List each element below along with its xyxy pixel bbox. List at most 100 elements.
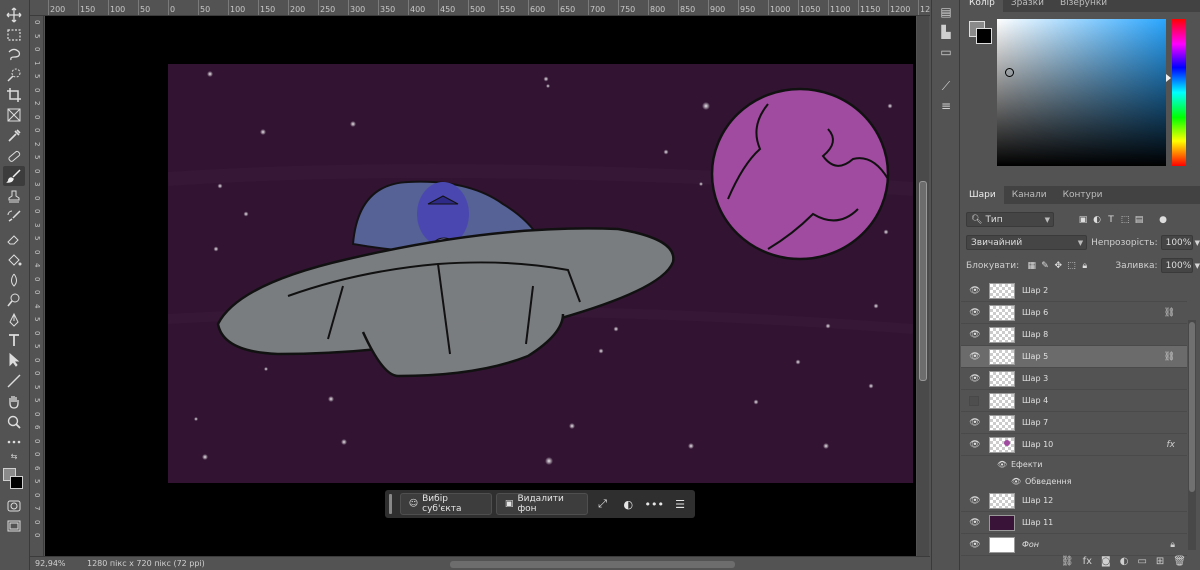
layers-scroll-thumb[interactable] [1189, 322, 1195, 492]
zoom-level[interactable]: 92,94% [35, 559, 66, 568]
layer-row[interactable]: 👁︎ Шар 2 [961, 280, 1187, 302]
layer-name[interactable]: Шар 2 [1022, 286, 1048, 295]
layer-thumbnail[interactable] [989, 326, 1015, 343]
filter-smart-icon[interactable]: ▤ [1132, 213, 1146, 227]
filter-pixel-icon[interactable]: ▣ [1076, 213, 1090, 227]
healing-icon[interactable] [3, 146, 25, 166]
blur-icon[interactable] [3, 270, 25, 290]
layer-thumbnail[interactable] [989, 536, 1015, 553]
screen-mode-icon[interactable] [3, 516, 25, 536]
paint-bucket-icon[interactable] [3, 250, 25, 270]
fx-icon[interactable]: fx [1083, 556, 1092, 567]
adjustment-layer-icon[interactable]: ◐ [1120, 556, 1129, 567]
eye-icon[interactable]: 👁︎ [997, 460, 1007, 469]
eye-icon[interactable]: 👁︎ [969, 540, 981, 550]
hue-slider-handle[interactable] [1166, 74, 1171, 82]
adjustments-icon[interactable]: ≡ [938, 98, 954, 114]
link-layers-icon[interactable]: ⛓ [1061, 556, 1074, 567]
dodge-icon[interactable] [3, 290, 25, 310]
quick-select-icon[interactable] [3, 65, 25, 85]
effects-row[interactable]: 👁︎ Ефекти [961, 456, 1187, 472]
brush-settings-icon[interactable]: ⟋ [938, 78, 954, 94]
remove-background-button[interactable]: ▣ Видалити фон [495, 493, 588, 515]
frame-icon[interactable] [3, 105, 25, 125]
hand-icon[interactable] [3, 392, 25, 412]
adjustment-icon[interactable]: ◐ [617, 493, 639, 515]
lock-all-icon[interactable]: 🔒︎ [1078, 259, 1091, 273]
eye-icon[interactable]: 👁︎ [969, 440, 981, 450]
layer-name[interactable]: Фон [1022, 540, 1039, 549]
tab-channels[interactable]: Канали [1004, 186, 1055, 204]
color-field[interactable] [997, 19, 1166, 166]
more-options-icon[interactable]: ••• [643, 493, 665, 515]
select-subject-button[interactable]: ☺ Вибір суб'єкта [399, 493, 492, 515]
comments-icon[interactable]: ▭ [938, 44, 954, 60]
layer-row[interactable]: 👁︎ Шар 7 [961, 412, 1187, 434]
vertical-scroll-thumb[interactable] [919, 181, 927, 381]
layer-name[interactable]: Шар 7 [1022, 418, 1048, 427]
eye-icon[interactable]: 👁︎ [969, 418, 981, 428]
stroke-effect-row[interactable]: 👁︎ Обведення [961, 473, 1187, 489]
color-background-swatch[interactable] [976, 28, 992, 44]
pen-icon[interactable] [3, 310, 25, 330]
layer-name[interactable]: Шар 12 [1022, 496, 1053, 505]
tab-patterns[interactable]: Візерунки [1052, 0, 1115, 12]
layer-thumbnail[interactable] [989, 492, 1015, 509]
layer-name[interactable]: Шар 4 [1022, 396, 1048, 405]
layer-thumbnail[interactable] [989, 304, 1015, 321]
layer-name[interactable]: Шар 8 [1022, 330, 1048, 339]
layer-name[interactable]: Шар 10 [1022, 440, 1053, 449]
eye-icon[interactable]: 👁︎ [969, 496, 981, 506]
transform-icon[interactable]: ⤢ [592, 493, 614, 515]
eye-icon[interactable]: 👁︎ [969, 518, 981, 528]
layer-name[interactable]: Шар 3 [1022, 374, 1048, 383]
layer-row[interactable]: 👁︎ Шар 3 [961, 368, 1187, 390]
horizontal-scroll-thumb[interactable] [450, 561, 735, 568]
layer-row[interactable]: Шар 4 [961, 390, 1187, 412]
eyedropper-icon[interactable] [3, 126, 25, 146]
swap-colors-icon[interactable]: ⇆ [3, 450, 25, 462]
layer-row[interactable]: 👁︎ Шар 11 [961, 512, 1187, 534]
taskbar-grip[interactable] [389, 494, 392, 514]
path-select-icon[interactable] [3, 350, 25, 370]
lock-pixels-icon[interactable]: ✎ [1038, 259, 1051, 273]
blend-mode-select[interactable]: Звичайний ▼ [966, 235, 1088, 250]
history-icon[interactable]: ▤ [938, 4, 954, 20]
layer-thumbnail[interactable] [989, 370, 1015, 387]
opacity-input[interactable]: 100% [1160, 235, 1193, 250]
history-brush-icon[interactable] [3, 207, 25, 227]
lock-transparency-icon[interactable]: ▦ [1025, 259, 1038, 273]
document-canvas[interactable] [167, 64, 914, 483]
layer-row[interactable]: 👁︎ Шар 6 ⛓ [961, 302, 1187, 324]
layer-name[interactable]: Шар 5 [1022, 352, 1048, 361]
eraser-icon[interactable] [3, 229, 25, 249]
vertical-scrollbar[interactable] [917, 16, 929, 556]
eye-icon[interactable]: 👁︎ [969, 352, 981, 362]
layer-row[interactable]: 👁︎ Шар 10 fx [961, 434, 1187, 456]
move-icon[interactable] [3, 5, 25, 25]
delete-layer-icon[interactable]: 🗑︎ [1173, 556, 1186, 567]
layer-row[interactable]: 👁︎ Шар 8 [961, 324, 1187, 346]
filter-toggle-icon[interactable]: ● [1156, 213, 1170, 227]
lock-position-icon[interactable]: ✥ [1052, 259, 1065, 273]
tab-color[interactable]: Колір [961, 0, 1003, 12]
tab-swatches[interactable]: Зразки [1003, 0, 1052, 12]
line-icon[interactable] [3, 371, 25, 391]
chevron-down-icon[interactable]: ▼ [1195, 239, 1200, 247]
background-color-swatch[interactable] [10, 476, 23, 489]
hue-slider[interactable] [1172, 19, 1186, 166]
eye-icon[interactable]: 👁︎ [969, 286, 981, 296]
marquee-icon[interactable] [3, 25, 25, 45]
chevron-down-icon[interactable]: ▼ [1195, 262, 1200, 270]
layer-thumbnail[interactable] [989, 348, 1015, 365]
add-mask-icon[interactable]: ◙ [1101, 556, 1111, 567]
layer-row[interactable]: 👁︎ Шар 5 ⛓ [961, 346, 1187, 368]
learn-icon[interactable]: ▙ [938, 24, 954, 40]
filter-type-icon[interactable]: T [1104, 213, 1118, 227]
layer-thumbnail[interactable] [989, 414, 1015, 431]
canvas-workspace[interactable] [45, 16, 916, 556]
layer-thumbnail[interactable] [989, 514, 1015, 531]
quick-mask-icon[interactable] [3, 496, 25, 516]
filter-shape-icon[interactable]: ⬚ [1118, 213, 1132, 227]
layer-row[interactable]: 👁︎ Шар 12 [961, 490, 1187, 512]
